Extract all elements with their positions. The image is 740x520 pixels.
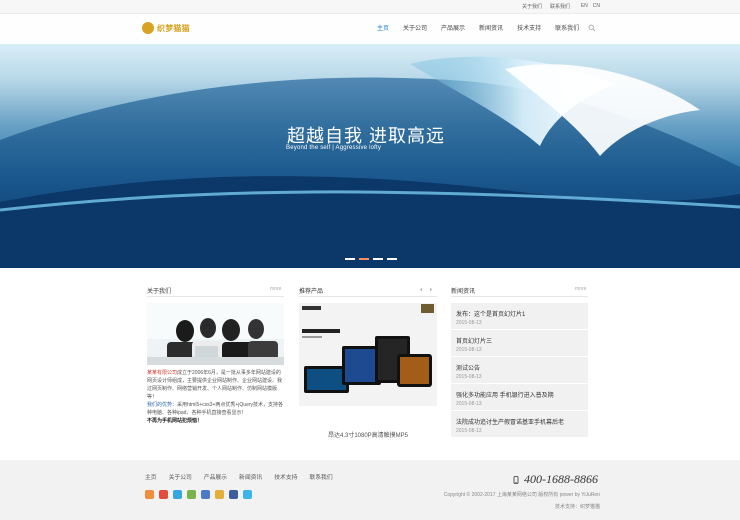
nav-news[interactable]: 新闻资讯 — [479, 23, 503, 32]
logo-mark-icon — [142, 22, 154, 34]
slider-dots — [345, 258, 397, 260]
news-item-date: 2015-08-13 — [456, 401, 482, 407]
advantage-label: 我们的优势： — [147, 402, 178, 408]
lang-cn[interactable]: CN — [593, 3, 600, 9]
search-icon[interactable] — [588, 24, 596, 32]
footer-nav: 主页 关于公司 产品展示 新闻资讯 技术支持 联系我们 — [145, 472, 333, 481]
nav-support[interactable]: 技术支持 — [517, 23, 541, 32]
main-nav: 主页 关于公司 产品展示 新闻资讯 技术支持 联系我们 — [377, 23, 579, 32]
banner-subtitle: Beyond the self | Aggressive lofty — [286, 145, 382, 151]
news-item-title: 强化多功能应用 手机银行进入普及期 — [456, 393, 554, 399]
lang-en[interactable]: EN — [581, 3, 588, 9]
logo[interactable]: 织梦猫猫 — [142, 22, 190, 34]
company-name: 某某有限公司 — [147, 370, 178, 376]
product-arrow-icons[interactable] — [419, 287, 433, 292]
top-link-about[interactable]: 关于我们 — [522, 3, 542, 10]
about-title: 关于我们 — [147, 289, 172, 295]
footer-nav-about[interactable]: 关于公司 — [169, 472, 192, 481]
phone-icon — [513, 475, 519, 484]
slider-dot-1[interactable] — [345, 258, 355, 260]
nav-home[interactable]: 主页 — [377, 23, 389, 32]
news-item[interactable]: 首页幻灯片三 2015-08-13 — [451, 330, 588, 356]
phone-contact: 400-1688-8866 — [513, 472, 598, 487]
nav-about[interactable]: 关于公司 — [403, 23, 427, 32]
site-footer: 主页 关于公司 产品展示 新闻资讯 技术支持 联系我们 400-1688-886… — [0, 460, 740, 520]
slider-dot-3[interactable] — [373, 258, 383, 260]
footer-nav-news[interactable]: 新闻资讯 — [239, 472, 262, 481]
news-item-date: 2015-08-13 — [456, 320, 482, 326]
news-title: 新闻资讯 — [451, 289, 476, 295]
weibo-icon[interactable] — [159, 490, 168, 499]
copyright: Copyright © 2002-2017 上海某某网络公司 版权所有 powe… — [443, 492, 600, 498]
footer-nav-products[interactable]: 产品展示 — [204, 472, 227, 481]
products-divider — [299, 296, 437, 297]
phone-number[interactable]: 400-1688-8866 — [524, 472, 598, 487]
top-links: 关于我们 联系我们 — [522, 3, 570, 10]
news-item-title: 法院成功追讨生产假冒诺基亚手机幕后老 — [456, 420, 565, 426]
tech-support[interactable]: 技术支持：织梦猫猫 — [555, 503, 600, 510]
wave-image — [0, 56, 740, 268]
footer-nav-home[interactable]: 主页 — [145, 472, 157, 481]
news-more-link[interactable]: more — [575, 286, 586, 292]
douban-icon[interactable] — [215, 490, 224, 499]
wechat-icon[interactable] — [187, 490, 196, 499]
slider-dot-4[interactable] — [387, 258, 397, 260]
logo-text: 织梦猫猫 — [157, 23, 190, 33]
news-item-date: 2015-08-13 — [456, 347, 482, 353]
slogan: 不再为手机网站犯烦恼！ — [147, 418, 203, 424]
nav-products[interactable]: 产品展示 — [441, 23, 465, 32]
nav-contact[interactable]: 联系我们 — [555, 23, 579, 32]
site-header: 织梦猫猫 主页 关于公司 产品展示 新闻资讯 技术支持 联系我们 — [0, 14, 740, 44]
products-title: 推荐产品 — [299, 289, 324, 295]
facebook-icon[interactable] — [229, 490, 238, 499]
qq-icon[interactable] — [173, 490, 182, 499]
footer-nav-support[interactable]: 技术支持 — [274, 472, 297, 481]
news-item-date: 2015-08-13 — [456, 428, 482, 434]
renren-icon[interactable] — [201, 490, 210, 499]
about-divider — [147, 296, 284, 297]
news-divider — [451, 296, 588, 297]
news-item-title: 发布：这个是首页幻灯片1 — [456, 312, 526, 318]
news-item[interactable]: 强化多功能应用 手机银行进入普及期 2015-08-13 — [451, 384, 588, 410]
news-item-title: 首页幻灯片三 — [456, 339, 493, 345]
social-share — [145, 490, 252, 499]
slider-dot-2[interactable] — [359, 258, 369, 260]
product-caption[interactable]: 昂达4.3寸1080P高清触摸MP5 — [299, 430, 437, 439]
hero-banner: 超越自我 进取高远 Beyond the self | Aggressive l… — [0, 44, 740, 268]
top-link-contact[interactable]: 联系我们 — [550, 3, 570, 10]
footer-nav-contact[interactable]: 联系我们 — [309, 472, 332, 481]
news-item[interactable]: 测试公告 2015-08-13 — [451, 357, 588, 383]
news-item-date: 2015-08-13 — [456, 374, 482, 380]
twitter-icon[interactable] — [243, 490, 252, 499]
about-more-link[interactable]: more — [270, 286, 281, 292]
language-switcher: EN CN — [581, 3, 600, 9]
news-item[interactable]: 法院成功追讨生产假冒诺基亚手机幕后老 2015-08-13 — [451, 411, 588, 437]
share-icon[interactable] — [145, 490, 154, 499]
about-photo — [147, 303, 284, 365]
news-item[interactable]: 发布：这个是首页幻灯片1 2015-08-13 — [451, 303, 588, 329]
content-area: 关于我们 more 某某有限公司成立于2006年6月，是一批从事多年网站建设的网… — [0, 268, 740, 460]
news-item-title: 测试公告 — [456, 366, 481, 372]
product-image[interactable] — [299, 303, 437, 406]
about-text: 某某有限公司成立于2006年6月，是一批从事多年网站建设的网页设计师组成，主要提… — [147, 369, 284, 425]
top-bar: 关于我们 联系我们 EN CN — [0, 0, 740, 14]
